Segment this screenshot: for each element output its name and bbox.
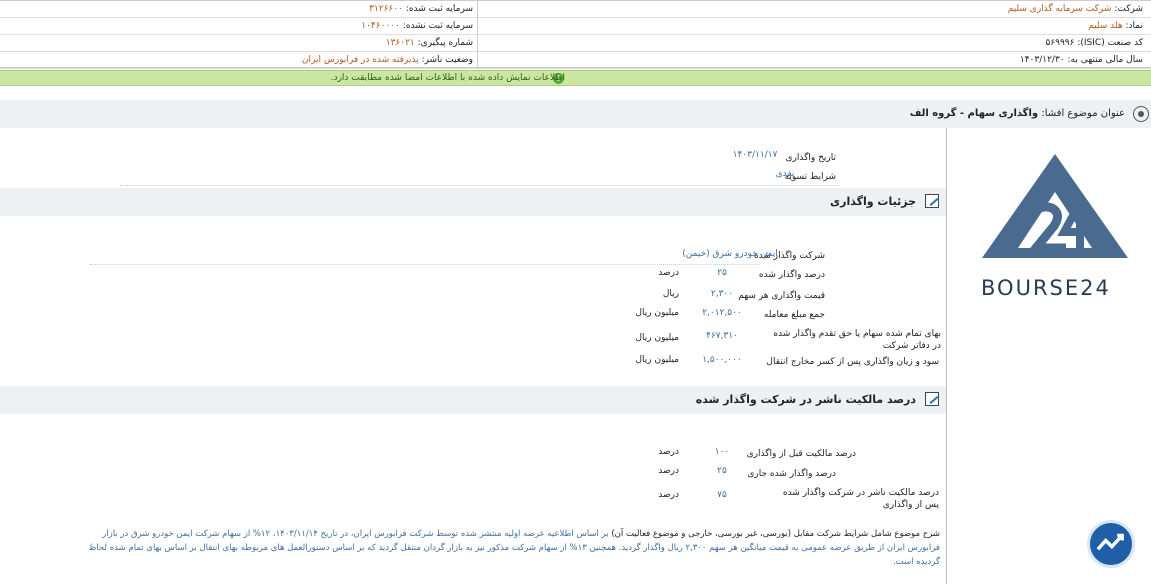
fiscal-label: سال مالی منتهی به: — [1067, 55, 1143, 65]
isic-value: ۵۶۹۹۹۶ — [1045, 38, 1075, 48]
notice-text: اطلاعات نمایش داده شده با اطلاعات امضا ش… — [330, 73, 565, 83]
tracking-field: شماره پیگیری: ۱۳۶۰۲۱ — [386, 38, 473, 48]
total-amount-unit: میلیون ریال — [635, 308, 679, 318]
verification-notice: i اطلاعات نمایش داده شده با اطلاعات امضا… — [0, 70, 1151, 86]
transferred-company-value: ایمن خودرو شرق (خیمن) — [682, 249, 778, 259]
logo-text: BOURSE24 — [981, 276, 1111, 300]
tracking-value: ۱۳۶۰۲۱ — [385, 38, 415, 48]
unregistered-capital-label: سرمایه ثبت نشده: — [402, 21, 473, 31]
share-price-label: قیمت واگذاری هر سهم — [738, 291, 825, 301]
ownership-before-unit: درصد — [658, 447, 679, 457]
profit-label: سود و زیان واگذاری پس از کسر مخارج انتقا… — [766, 357, 939, 367]
ownership-after-unit: درصد — [658, 490, 679, 500]
details-section-header: جزئیات واگذاری — [0, 188, 946, 216]
info-row — [0, 18, 1151, 35]
isic-field: کد صنعت (ISIC): ۵۶۹۹۹۶ — [1045, 38, 1143, 48]
disclosure-title: عنوان موضوع افشا: واگذاری سهام - گروه ال… — [910, 108, 1125, 119]
column-divider — [477, 1, 478, 69]
registered-capital-value: ۳۱۲۶۶۰۰ — [369, 4, 403, 14]
current-transfer-value: ۲۵ — [717, 466, 727, 476]
title-label: عنوان موضوع افشا: — [1041, 108, 1125, 119]
share-price-unit: ریال — [662, 289, 679, 299]
isic-label: کد صنعت (ISIC): — [1077, 38, 1143, 48]
profit-unit: میلیون ریال — [635, 355, 679, 365]
ownership-section-title: درصد مالکیت ناشر در شرکت واگذار شده — [695, 393, 916, 406]
current-transfer-label: درصد واگذار شده جاری — [747, 469, 836, 479]
tracking-label: شماره پیگیری: — [417, 38, 473, 48]
transferred-percent-value: ۲۵ — [717, 268, 727, 278]
transferred-percent-unit: درصد — [658, 268, 679, 278]
edit-icon — [925, 194, 939, 208]
details-section-title: جزئیات واگذاری — [830, 195, 916, 208]
unregistered-capital-field: سرمایه ثبت نشده: ۱۰۴۶۰۰۰۰ — [361, 21, 473, 31]
info-row — [0, 35, 1151, 52]
share-price-value: ۲,۳۰۰ — [710, 289, 734, 299]
company-value: شرکت سرمایه گذاری سلیم — [1007, 4, 1112, 14]
cost-value: ۴۶۷,۳۱۰ — [706, 331, 738, 341]
company-field: شرکت: شرکت سرمایه گذاری سلیم — [1008, 4, 1143, 14]
settlement-value: نقدی — [775, 169, 795, 179]
symbol-value[interactable]: هلد سلیم — [1088, 21, 1123, 31]
ownership-before-value: ۱۰۰ — [714, 447, 730, 457]
content-divider — [946, 128, 947, 584]
company-label: شرکت: — [1114, 4, 1143, 14]
cost-unit: میلیون ریال — [635, 333, 679, 343]
total-amount-value: ۲,۰۱۲,۵۰۰ — [702, 308, 742, 318]
transfer-date-label: تاریخ واگذاری — [785, 153, 836, 163]
ownership-after-value: ۷۵ — [717, 490, 727, 500]
info-row — [0, 1, 1151, 18]
symbol-field: نماد: هلد سلیم — [1088, 21, 1143, 31]
cost-label: بهای تمام شده سهام یا حق تقدم واگذار شده… — [773, 329, 941, 351]
unregistered-capital-value: ۱۰۴۶۰۰۰۰ — [361, 21, 400, 31]
registered-capital-label: سرمایه ثبت شده: — [405, 4, 473, 14]
chart-button[interactable] — [1087, 520, 1135, 568]
ownership-after-label: درصد مالکیت ناشر در شرکت واگذار شده پس ا… — [782, 488, 939, 510]
total-amount-label: جمع مبلغ معامله — [763, 310, 825, 320]
transfer-date-value: ۱۴۰۳/۱۱/۱۷ — [732, 150, 778, 160]
edit-icon — [925, 392, 939, 406]
publisher-status-value: پذیرفته شده در فرابورس ایران — [301, 55, 419, 65]
company-info-table: شرکت: شرکت سرمایه گذاری سلیم نماد: هلد س… — [0, 0, 1151, 69]
divider — [90, 264, 760, 265]
fiscal-field: سال مالی منتهی به: ۱۴۰۳/۱۲/۳۰ — [1020, 55, 1143, 65]
info-row — [0, 52, 1151, 69]
publisher-status-label: وضعیت ناشر: — [421, 55, 473, 65]
transferred-percent-label: درصد واگذار شده — [758, 270, 825, 280]
ownership-section-header: درصد مالکیت ناشر در شرکت واگذار شده — [0, 386, 946, 414]
target-icon — [1133, 106, 1149, 122]
profit-value: ۱,۵۰۰,۰۰۰ — [702, 355, 742, 365]
title-value: واگذاری سهام - گروه الف — [909, 108, 1039, 119]
registered-capital-field: سرمایه ثبت شده: ۳۱۲۶۶۰۰ — [369, 4, 473, 14]
ownership-before-label: درصد مالکیت قبل از واگذاری — [746, 449, 856, 459]
current-transfer-unit: درصد — [658, 466, 679, 476]
divider — [120, 185, 840, 186]
description-label: شرح موضوع شامل شرایط شرکت مقابل (بورسی، … — [611, 529, 940, 539]
symbol-label: نماد: — [1125, 21, 1144, 31]
disclosure-title-bar: عنوان موضوع افشا: واگذاری سهام - گروه ال… — [0, 100, 1151, 128]
fiscal-value: ۱۴۰۳/۱۲/۳۰ — [1019, 55, 1065, 65]
description: شرح موضوع شامل شرایط شرکت مقابل (بورسی، … — [82, 527, 940, 569]
publisher-status-field: وضعیت ناشر: پذیرفته شده در فرابورس ایران — [302, 55, 473, 65]
trend-icon — [1096, 533, 1124, 551]
